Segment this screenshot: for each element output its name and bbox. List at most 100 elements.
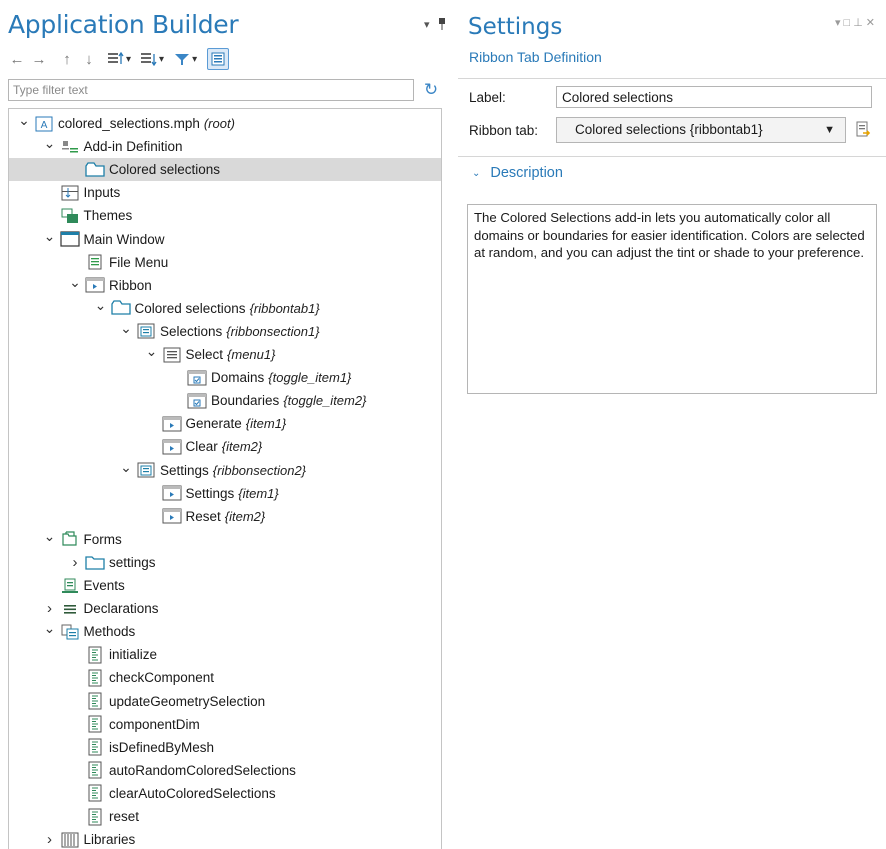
section-icon — [136, 461, 156, 479]
panel-menu-icon[interactable]: ▾ — [424, 18, 430, 31]
tree-item[interactable]: Settings {item1} — [9, 482, 441, 505]
tree-item[interactable]: › settings — [9, 551, 441, 574]
filter-row: ↻ — [8, 79, 442, 101]
tree-item-tag: {item1} — [245, 416, 287, 432]
window-icon — [59, 230, 80, 248]
tree-item-label: checkComponent — [109, 670, 215, 686]
tree-item-tag: {item2} — [221, 439, 263, 455]
chevron-down-icon[interactable]: ⌄ — [145, 343, 159, 359]
tree-item[interactable]: › Libraries — [9, 828, 441, 849]
move-down-icon[interactable]: ↓ — [80, 49, 98, 69]
tree-item-label: Add-in Definition — [83, 139, 183, 155]
tree-item[interactable]: checkComponent — [9, 666, 441, 689]
chevron-down-icon[interactable]: ⌄ — [43, 620, 57, 636]
forward-arrow-icon[interactable]: → — [30, 49, 48, 69]
tree-item-tag: {item1} — [238, 485, 279, 501]
tree-item[interactable]: Boundaries {toggle_item2} — [9, 389, 441, 412]
tree-item[interactable]: Generate {item1} — [9, 412, 441, 435]
divider — [458, 156, 886, 157]
tree-item[interactable]: initialize — [9, 643, 441, 666]
method-icon — [85, 646, 105, 664]
tree-item[interactable]: Clear {item2} — [9, 435, 441, 458]
divider — [458, 78, 886, 79]
tree-item[interactable]: File Menu — [9, 251, 441, 274]
tree-item[interactable]: › Declarations — [9, 597, 441, 620]
chevron-down-icon[interactable]: ⌄ — [94, 297, 108, 313]
tree-item[interactable]: ⌄ Selections {ribbonsection1} — [9, 320, 441, 343]
tree-item-label: settings — [109, 554, 156, 570]
tree-item-tag: {menu1} — [227, 347, 276, 362]
tree-item-label: Main Window — [83, 231, 165, 247]
chevron-down-icon[interactable]: ⌄ — [119, 459, 133, 475]
tree-item-label: Generate — [185, 416, 242, 432]
back-arrow-icon[interactable]: ← — [8, 49, 26, 69]
tree-item-tag: {ribbonsection1} — [226, 323, 320, 339]
ribbon-tab-select[interactable]: Colored selections {ribbontab1} ▼ — [556, 117, 846, 143]
settings-panel: Settings ▾□⊥✕ Ribbon Tab Definition Labe… — [458, 0, 886, 849]
tree-item[interactable]: ⌄ Settings {ribbonsection2} — [9, 459, 441, 482]
tree-item-label: updateGeometrySelection — [109, 693, 266, 709]
tree-item[interactable]: ⌄ Main Window — [9, 228, 441, 251]
chevron-down-icon[interactable]: ⌄ — [43, 228, 57, 244]
chevron-right-icon[interactable]: › — [43, 831, 57, 848]
filter-icon[interactable] — [174, 49, 197, 69]
settings-subtitle: Ribbon Tab Definition — [469, 49, 602, 65]
tree-item-label: Selections — [160, 323, 223, 339]
label-field[interactable] — [556, 86, 872, 108]
tree-item-label: Inputs — [83, 185, 121, 201]
window-controls-icon[interactable]: ▾□⊥✕ — [835, 16, 878, 29]
tree-item[interactable]: Reset {item2} — [9, 505, 441, 528]
tree-item[interactable]: autoRandomColoredSelections — [9, 759, 441, 782]
item-icon — [162, 484, 182, 502]
expand-sections-icon[interactable] — [108, 49, 131, 69]
collapse-sections-icon[interactable] — [141, 49, 164, 69]
tree-item[interactable]: Domains {toggle_item1} — [9, 366, 441, 389]
chevron-down-icon[interactable]: ⌄ — [43, 528, 57, 544]
tree-item[interactable]: ⌄ Methods — [9, 620, 441, 643]
chevron-right-icon[interactable]: › — [43, 600, 57, 617]
tree-item[interactable]: ⌄ Acolored_selections.mph (root) — [9, 112, 441, 135]
addin-icon — [60, 138, 80, 156]
tree-item[interactable]: Events — [9, 574, 441, 597]
tree-item[interactable]: ⌄ Add-in Definition — [9, 135, 441, 158]
tree-item[interactable]: ⌄ Ribbon — [9, 274, 441, 297]
pin-icon[interactable] — [438, 18, 446, 33]
declarations-icon — [60, 600, 80, 618]
go-to-source-icon[interactable] — [852, 119, 874, 141]
chevron-down-icon[interactable]: ⌄ — [43, 135, 57, 151]
tree-item[interactable]: Colored selections — [9, 158, 441, 182]
refresh-icon[interactable]: ↻ — [420, 79, 442, 101]
tree-item-tag: {ribbonsection2} — [212, 462, 307, 478]
item-icon — [85, 276, 105, 294]
chevron-down-icon[interactable]: ⌄ — [119, 320, 133, 336]
tree-item-tag: {item2} — [224, 508, 266, 524]
tree-item[interactable]: Inputs — [9, 181, 441, 204]
chevron-right-icon[interactable]: › — [68, 554, 82, 571]
filter-input[interactable] — [8, 79, 414, 101]
tree-item[interactable]: Themes — [9, 204, 441, 227]
move-up-icon[interactable]: ↑ — [58, 49, 76, 69]
method-icon — [85, 738, 105, 756]
tree-item[interactable]: ⌄ Colored selections {ribbontab1} — [9, 297, 441, 320]
ribbon-tab-caption: Ribbon tab: — [469, 123, 539, 138]
show-more-options-icon[interactable] — [207, 48, 230, 70]
chevron-down-icon[interactable]: ⌄ — [17, 112, 31, 128]
tree-item[interactable]: ⌄ Select {menu1} — [9, 343, 441, 366]
form-icon — [85, 553, 105, 571]
chevron-down-icon[interactable]: ⌄ — [68, 274, 82, 290]
tree-item[interactable]: clearAutoColoredSelections — [9, 782, 441, 805]
tree-item[interactable]: reset — [9, 805, 441, 828]
tree-item[interactable]: updateGeometrySelection — [9, 690, 441, 713]
tree-item[interactable]: isDefinedByMesh — [9, 736, 441, 759]
description-section-header[interactable]: ⌄ Description — [472, 165, 563, 181]
description-textarea[interactable]: The Colored Selections add-in lets you a… — [467, 204, 877, 394]
tree-item[interactable]: componentDim — [9, 713, 441, 736]
tree-item[interactable]: ⌄ Forms — [9, 528, 441, 551]
